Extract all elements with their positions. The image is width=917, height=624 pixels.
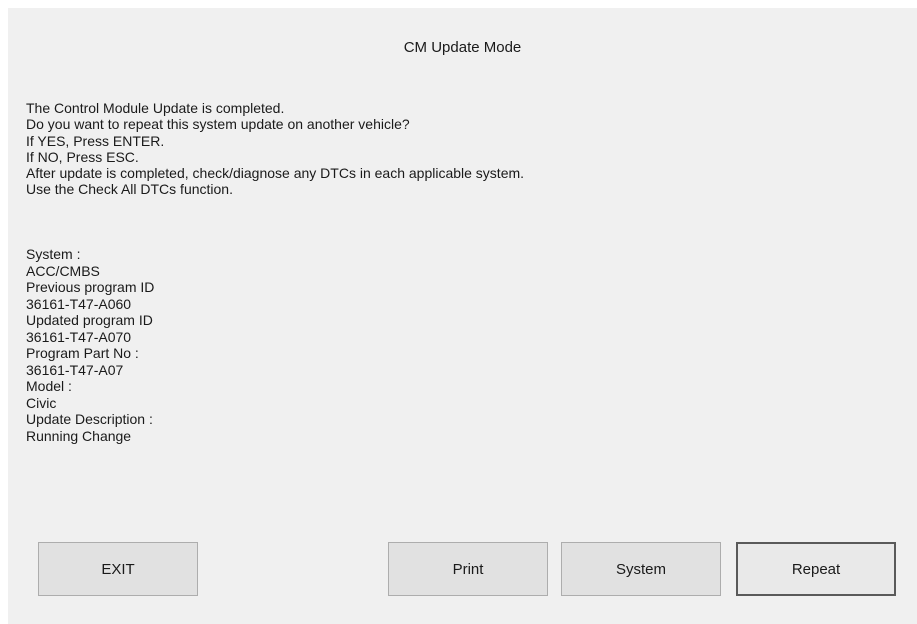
cm-update-window: CM Update Mode The Control Module Update…	[8, 8, 917, 624]
model-value: Civic	[26, 394, 57, 411]
update-description-value: Running Change	[26, 427, 132, 444]
message-line: After update is completed, check/diagnos…	[26, 165, 525, 182]
updated-program-id-label: Updated program ID	[26, 312, 153, 328]
program-part-no-label: Program Part No :	[26, 345, 139, 361]
program-part-no-value: 36161-T47-A07	[26, 361, 124, 378]
system-label: System :	[26, 246, 81, 262]
update-details: System : ACC/CMBS Previous program ID 36…	[26, 246, 154, 444]
message-line: Do you want to repeat this system update…	[26, 116, 410, 133]
message-line: If YES, Press ENTER.	[26, 132, 165, 149]
window-title: CM Update Mode	[403, 39, 522, 56]
top-strip	[0, 0, 917, 8]
system-value: ACC/CMBS	[26, 262, 100, 279]
message-line: Use the Check All DTCs function.	[26, 181, 233, 198]
message-line: The Control Module Update is completed.	[26, 100, 285, 116]
update-description-label: Update Description :	[26, 411, 153, 427]
print-button[interactable]: Print	[388, 542, 548, 596]
previous-program-id-label: Previous program ID	[26, 279, 155, 295]
model-label: Model :	[26, 378, 72, 394]
completion-message: The Control Module Update is completed. …	[26, 100, 524, 198]
repeat-button[interactable]: Repeat	[736, 542, 896, 596]
message-line: If NO, Press ESC.	[26, 148, 139, 165]
exit-button[interactable]: EXIT	[38, 542, 198, 596]
updated-program-id-value: 36161-T47-A070	[26, 328, 132, 345]
system-button[interactable]: System	[561, 542, 721, 596]
previous-program-id-value: 36161-T47-A060	[26, 295, 132, 312]
